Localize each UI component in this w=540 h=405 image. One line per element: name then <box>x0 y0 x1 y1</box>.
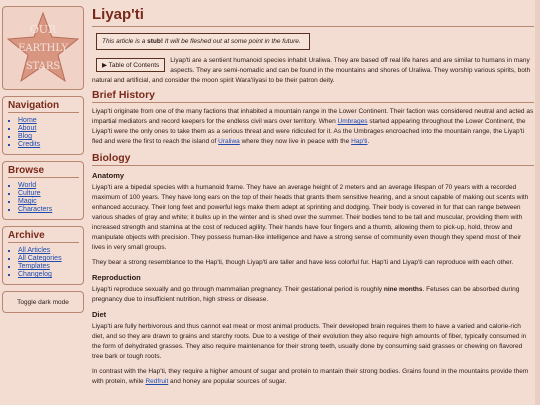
browse-panel: Browse World Culture Magic Characters <box>2 161 84 220</box>
archive-title: Archive <box>8 230 79 243</box>
reproduction-paragraph: Liyap'ti reproduce sexually and go throu… <box>92 286 520 303</box>
archive-item-all-articles[interactable]: All Articles <box>18 247 79 255</box>
page-title: Liyap'ti <box>92 6 534 27</box>
section-heading-brief-history: Brief History <box>92 89 534 103</box>
browse-item-culture[interactable]: Culture <box>18 190 79 198</box>
link-redfruit[interactable]: Redfruit <box>145 378 168 385</box>
diet-paragraph-1: Liyap'ti are fully herbivorous and thus … <box>92 323 527 360</box>
site-logo[interactable]: OUR EARTHLY STARS <box>2 6 84 90</box>
nav-item-home[interactable]: Home <box>18 117 79 125</box>
section-heading-biology: Biology <box>92 152 534 166</box>
nav-item-blog[interactable]: Blog <box>18 133 79 141</box>
anatomy-paragraph-1: Liyap'ti are a bipedal species with a hu… <box>92 184 529 251</box>
link-hapti[interactable]: Hap'ti <box>351 138 367 145</box>
brief-history-paragraph: Liyap'ti originate from one of the many … <box>92 108 534 145</box>
logo-text-1: OUR <box>30 23 57 36</box>
archive-item-templates[interactable]: Templates <box>18 263 79 271</box>
logo-text-3: STARS <box>26 61 61 72</box>
anatomy-paragraph-2: They bear a strong resemblance to the Ha… <box>92 259 514 266</box>
archive-item-changelog[interactable]: Changelog <box>18 271 79 279</box>
link-umbrages[interactable]: Umbrages <box>338 118 368 125</box>
link-uraliwa[interactable]: Uraliwa <box>218 138 240 145</box>
navigation-panel: Navigation Home About Blog Credits <box>2 96 84 155</box>
logo-icon: OUR EARTHLY STARS <box>6 11 80 83</box>
page-scrollbar[interactable] <box>535 0 540 405</box>
toggle-dark-mode-button[interactable]: Toggle dark mode <box>2 291 84 313</box>
browse-title: Browse <box>8 165 79 178</box>
browse-item-magic[interactable]: Magic <box>18 198 79 206</box>
subheading-anatomy: Anatomy <box>92 171 125 180</box>
table-of-contents-toggle[interactable]: ▶ Table of Contents <box>96 58 166 72</box>
navigation-title: Navigation <box>8 100 79 113</box>
archive-item-all-categories[interactable]: All Categories <box>18 255 79 263</box>
article-content: Liyap'ti This article is a stub! It will… <box>92 6 534 392</box>
logo-text-2: EARTHLY <box>18 43 68 54</box>
subheading-diet: Diet <box>92 310 107 319</box>
nav-item-about[interactable]: About <box>18 125 79 133</box>
diet-paragraph-2: In contrast with the Hap'ti, they requir… <box>92 368 529 385</box>
browse-item-world[interactable]: World <box>18 182 79 190</box>
archive-panel: Archive All Articles All Categories Temp… <box>2 226 84 285</box>
sidebar: OUR EARTHLY STARS Navigation Home About … <box>0 6 86 313</box>
subheading-reproduction: Reproduction <box>92 273 141 282</box>
nav-item-credits[interactable]: Credits <box>18 141 79 149</box>
browse-item-characters[interactable]: Characters <box>18 206 79 214</box>
stub-notice: This article is a stub! It will be flesh… <box>96 33 310 50</box>
